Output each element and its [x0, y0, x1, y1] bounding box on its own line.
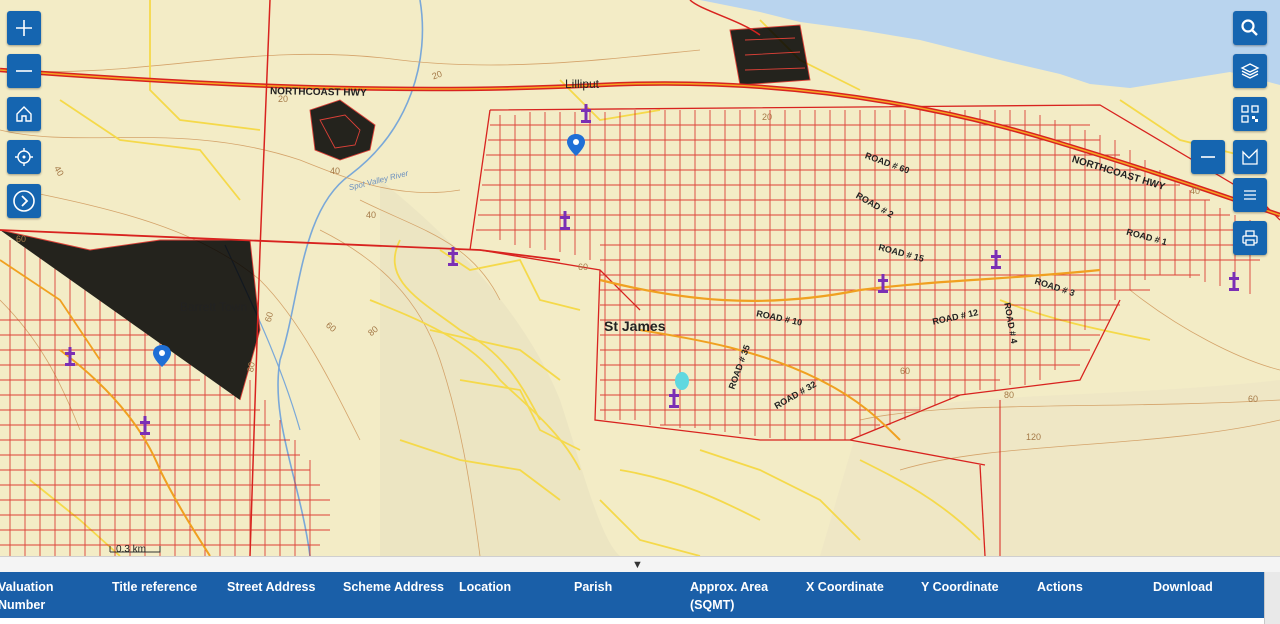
- contour-label: 40: [366, 210, 377, 220]
- place-label-barrett-town: Barrett Town: [180, 300, 248, 314]
- basemap: [0, 0, 1280, 556]
- search-icon: [1241, 19, 1258, 36]
- contour-label: 80: [1004, 390, 1015, 400]
- contour-label: 80: [245, 361, 257, 373]
- place-label-st-james: St James: [604, 318, 666, 334]
- place-label-lilliput: Lilliput: [565, 77, 600, 91]
- layers-button[interactable]: [1233, 54, 1267, 88]
- column-header-y-coordinate[interactable]: Y Coordinate: [921, 578, 1026, 596]
- collapse-tools-button[interactable]: [1191, 140, 1225, 174]
- column-header-x-coordinate[interactable]: X Coordinate: [806, 578, 911, 596]
- column-header-scheme-address[interactable]: Scheme Address: [343, 578, 453, 596]
- column-header-approx-area[interactable]: Approx. Area (SQMT): [690, 578, 795, 614]
- table-row: [0, 618, 1264, 624]
- results-panel-toggle[interactable]: ▼: [0, 556, 1280, 573]
- contour-label: 60: [578, 262, 589, 272]
- results-table-header: Valuation Number Title reference Street …: [0, 572, 1264, 624]
- contour-label: 60: [900, 366, 911, 376]
- map-canvas[interactable]: NORTHCOAST HWY NORTHCOAST HWY ROAD # 60 …: [0, 0, 1280, 556]
- column-header-download[interactable]: Download: [1153, 578, 1253, 596]
- column-header-valuation-number[interactable]: Valuation Number: [0, 578, 98, 614]
- print-icon: [1242, 230, 1258, 246]
- layers-icon: [1240, 63, 1260, 79]
- column-header-location[interactable]: Location: [459, 578, 559, 596]
- qr-code-button[interactable]: [1233, 97, 1267, 131]
- measure-icon: [1242, 148, 1258, 165]
- measure-button[interactable]: [1233, 140, 1267, 174]
- plus-icon: [16, 20, 32, 36]
- column-header-parish[interactable]: Parish: [574, 578, 674, 596]
- column-header-street-address[interactable]: Street Address: [227, 578, 337, 596]
- list-button[interactable]: [1233, 178, 1267, 212]
- contour-label: 120: [1026, 432, 1042, 442]
- column-header-actions[interactable]: Actions: [1037, 578, 1137, 596]
- contour-label: 40: [1190, 186, 1201, 196]
- column-header-title-reference[interactable]: Title reference: [112, 578, 222, 596]
- home-icon: [16, 106, 32, 122]
- search-button[interactable]: [1233, 11, 1267, 45]
- print-button[interactable]: [1233, 221, 1267, 255]
- chevron-right-circle-icon: [13, 190, 35, 212]
- table-scrollbar[interactable]: [1264, 572, 1280, 624]
- zoom-in-button[interactable]: [7, 11, 41, 45]
- contour-label: 20: [278, 94, 289, 104]
- selected-parcel: [675, 372, 689, 390]
- contour-label: 40: [330, 166, 341, 176]
- locate-button[interactable]: [7, 140, 41, 174]
- contour-label: 60: [1248, 394, 1259, 404]
- zoom-out-button[interactable]: [7, 54, 41, 88]
- chevron-down-icon[interactable]: ▼: [632, 559, 643, 571]
- minus-icon: [1201, 156, 1215, 158]
- expand-panel-button[interactable]: [7, 184, 41, 218]
- minus-icon: [16, 70, 32, 72]
- crosshair-icon: [15, 148, 33, 166]
- contour-label: 60: [16, 234, 27, 244]
- list-icon: [1244, 190, 1256, 200]
- qr-code-icon: [1241, 105, 1259, 123]
- scale-text: 0.3 km: [116, 544, 147, 555]
- contour-label: 20: [762, 112, 773, 122]
- home-button[interactable]: [7, 97, 41, 131]
